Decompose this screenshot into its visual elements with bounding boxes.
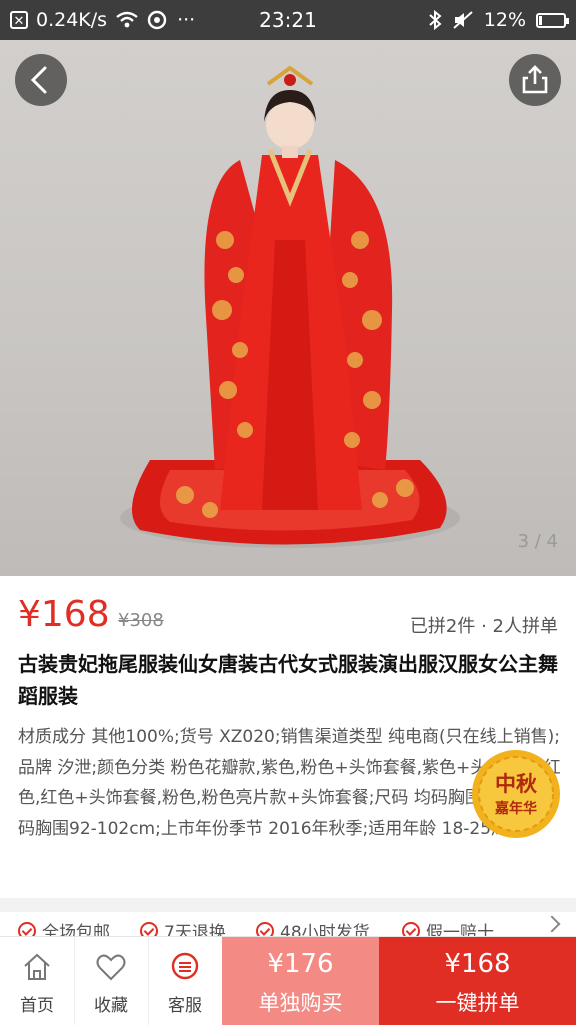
chat-icon bbox=[171, 952, 199, 980]
single-label: 单独购买 bbox=[258, 991, 343, 1015]
price-row: ¥168 ¥308 已拼2件 · 2人拼单 bbox=[18, 594, 558, 642]
tab-label: 收藏 bbox=[94, 996, 128, 1016]
mid-autumn-badge[interactable]: 中秋 嘉年华 bbox=[470, 748, 562, 840]
single-price: ¥176 bbox=[267, 949, 334, 979]
heart-icon bbox=[96, 954, 126, 981]
battery-icon bbox=[536, 12, 569, 28]
section-divider bbox=[0, 898, 576, 912]
tab-home[interactable]: 首页 bbox=[0, 937, 75, 1025]
product-photo bbox=[120, 65, 460, 548]
mute-icon bbox=[453, 11, 473, 29]
image-counter: 3 / 4 bbox=[517, 531, 558, 552]
group-info: 已拼2件 · 2人拼单 bbox=[409, 616, 558, 637]
group-buy-button[interactable]: ¥168 一键拼单 bbox=[379, 937, 576, 1025]
group-label: 一键拼单 bbox=[435, 991, 520, 1015]
tab-label: 客服 bbox=[168, 996, 202, 1016]
status-bar: ✕ 0.24K/s ··· 23:21 12% bbox=[0, 0, 576, 40]
share-icon bbox=[522, 65, 548, 94]
chevron-right-icon bbox=[543, 915, 561, 933]
back-button[interactable] bbox=[15, 54, 67, 106]
chevron-left-icon bbox=[30, 66, 47, 94]
tab-customer-service[interactable]: 客服 bbox=[148, 937, 223, 1025]
home-icon bbox=[24, 953, 50, 980]
share-button[interactable] bbox=[509, 54, 561, 106]
badge-line2: 嘉年华 bbox=[495, 801, 537, 817]
bluetooth-icon bbox=[429, 10, 442, 30]
product-image[interactable]: 3 / 4 bbox=[0, 40, 576, 576]
current-price: ¥168 bbox=[18, 594, 110, 635]
original-price: ¥308 bbox=[118, 610, 164, 631]
tab-favorite[interactable]: 收藏 bbox=[74, 937, 149, 1025]
product-title: 古装贵妃拖尾服装仙女唐装古代女式服装演出服汉服女公主舞蹈服装 bbox=[18, 652, 558, 708]
tab-label: 首页 bbox=[20, 996, 54, 1016]
buy-alone-button[interactable]: ¥176 单独购买 bbox=[222, 937, 379, 1025]
status-right: 12% bbox=[428, 0, 569, 40]
group-price: ¥168 bbox=[444, 949, 511, 979]
bottom-bar: 首页 收藏 客服 ¥176 单独购买 ¥168 一键拼单 bbox=[0, 936, 576, 1025]
badge-line1: 中秋 bbox=[495, 772, 537, 796]
battery-percent: 12% bbox=[483, 9, 526, 31]
